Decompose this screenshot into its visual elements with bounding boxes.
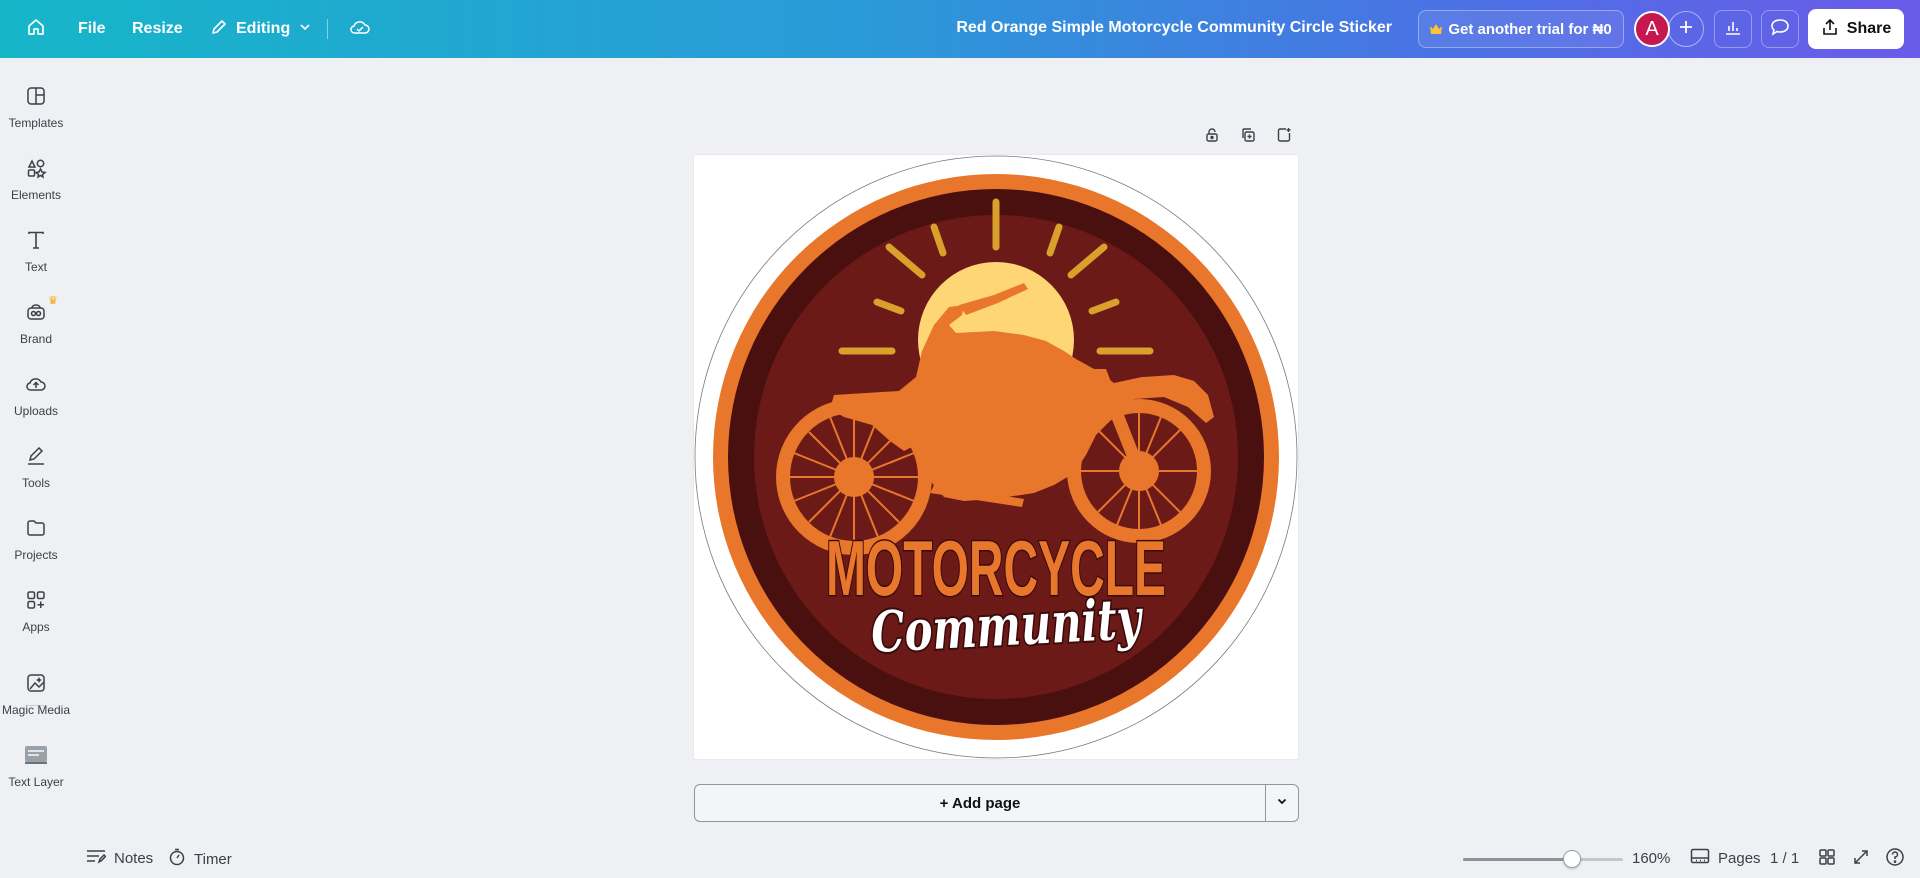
tools-icon (24, 444, 48, 468)
fullscreen-button[interactable] (1850, 848, 1872, 870)
resize-button[interactable]: Resize (124, 9, 191, 49)
add-page-bar: + Add page (694, 784, 1299, 822)
magic-media-icon (24, 671, 48, 695)
share-icon (1821, 18, 1839, 41)
zoom-slider[interactable] (1463, 850, 1623, 868)
chevron-down-icon (298, 20, 312, 39)
design-page[interactable]: MOTORCYCLE Community (694, 155, 1298, 759)
lock-icon (1204, 127, 1220, 148)
expand-icon (1852, 848, 1870, 871)
plus-icon (1679, 20, 1693, 39)
sidebar-item-text[interactable]: Text (0, 222, 72, 286)
editing-mode-button[interactable]: Editing (200, 9, 322, 49)
sidebar-item-apps[interactable]: Apps (0, 582, 72, 646)
document-title[interactable]: Red Orange Simple Motorcycle Community C… (956, 19, 1392, 37)
uploads-icon (24, 372, 48, 396)
add-page-above-button[interactable] (1271, 124, 1297, 150)
sidebar-item-label: Brand (19, 332, 53, 346)
share-label: Share (1846, 20, 1892, 37)
share-button[interactable]: Share (1808, 9, 1904, 49)
projects-icon (24, 516, 48, 540)
page-count: 1 / 1 (1770, 850, 1800, 867)
grid-view-icon (1818, 848, 1836, 871)
duplicate-page-button[interactable] (1235, 124, 1261, 150)
cloud-check-icon (349, 18, 371, 41)
zoom-slider-thumb[interactable] (1562, 850, 1581, 868)
pages-icon (1690, 848, 1710, 868)
pages-button[interactable]: Pages (1690, 848, 1761, 868)
sidebar-item-label: Tools (21, 476, 50, 490)
sidebar-item-uploads[interactable]: Uploads (0, 366, 72, 430)
add-page-icon (1276, 127, 1292, 148)
grid-view-button[interactable] (1816, 848, 1838, 870)
templates-icon (24, 84, 48, 108)
text-icon (24, 228, 48, 252)
sidebar-item-label: Templates (8, 116, 64, 130)
timer-icon (168, 848, 186, 870)
brand-icon (24, 300, 48, 324)
editing-mode-label: Editing (236, 20, 291, 37)
pencil-icon (210, 18, 228, 41)
home-button[interactable] (16, 9, 56, 49)
top-bar: File Resize Editing Red Orange Simple Mo… (0, 0, 1920, 58)
notes-button[interactable]: Notes (86, 848, 153, 868)
avatar[interactable]: A (1634, 11, 1670, 47)
sticker-artwork[interactable]: MOTORCYCLE Community (694, 155, 1298, 759)
trial-button[interactable]: Get another trial for ₦0 (1418, 10, 1624, 48)
sidebar-item-label: Uploads (13, 404, 59, 418)
timer-button[interactable]: Timer (168, 848, 232, 870)
bottom-bar: Notes Timer 160% Pages 1 / 1 (0, 840, 1920, 878)
sidebar-item-label: Apps (22, 620, 50, 634)
invite-button[interactable] (1668, 11, 1704, 47)
crown-icon (1430, 21, 1443, 38)
sidebar-item-text-layer[interactable]: Text Layer (0, 737, 72, 801)
home-icon (26, 17, 46, 42)
lock-page-button[interactable] (1199, 124, 1225, 150)
pages-label: Pages (1718, 849, 1761, 867)
text-layer-icon (24, 743, 48, 767)
save-status-button[interactable] (340, 9, 380, 49)
sidebar-item-label: Text Layer (8, 775, 64, 789)
comments-button[interactable] (1761, 10, 1799, 48)
zoom-level[interactable]: 160% (1632, 850, 1670, 867)
crown-icon: ♛ (48, 295, 58, 307)
sidebar-item-magic-media[interactable]: Magic Media (0, 665, 72, 729)
notes-label: Notes (114, 849, 154, 867)
sidebar-item-label: Magic Media (1, 703, 71, 717)
left-sidebar: Templates Elements Text ♛ Brand Uploads … (0, 58, 72, 878)
sidebar-item-elements[interactable]: Elements (0, 150, 72, 214)
sidebar-item-brand[interactable]: ♛ Brand (0, 294, 72, 358)
insights-button[interactable] (1714, 10, 1752, 48)
elements-icon (24, 156, 48, 180)
bar-chart-icon (1724, 18, 1742, 41)
help-icon (1885, 847, 1905, 872)
sidebar-item-label: Text (24, 260, 47, 274)
add-page-options-button[interactable] (1265, 785, 1298, 821)
duplicate-icon (1240, 127, 1256, 148)
sidebar-item-templates[interactable]: Templates (0, 78, 72, 142)
comment-icon (1770, 18, 1790, 41)
sidebar-item-projects[interactable]: Projects (0, 510, 72, 574)
file-menu-button[interactable]: File (70, 9, 114, 49)
toolbar-divider (327, 19, 328, 39)
add-page-button[interactable]: + Add page (695, 785, 1266, 821)
timer-label: Timer (194, 850, 232, 868)
chevron-down-icon (1276, 794, 1288, 812)
zoom-slider-fill (1463, 858, 1572, 861)
help-button[interactable] (1884, 847, 1906, 872)
sidebar-item-label: Projects (14, 548, 58, 562)
sidebar-item-tools[interactable]: Tools (0, 438, 72, 502)
trial-label: Get another trial for ₦0 (1448, 20, 1612, 38)
notes-icon (86, 848, 107, 868)
sidebar-item-label: Elements (10, 188, 62, 202)
apps-icon (24, 588, 48, 612)
